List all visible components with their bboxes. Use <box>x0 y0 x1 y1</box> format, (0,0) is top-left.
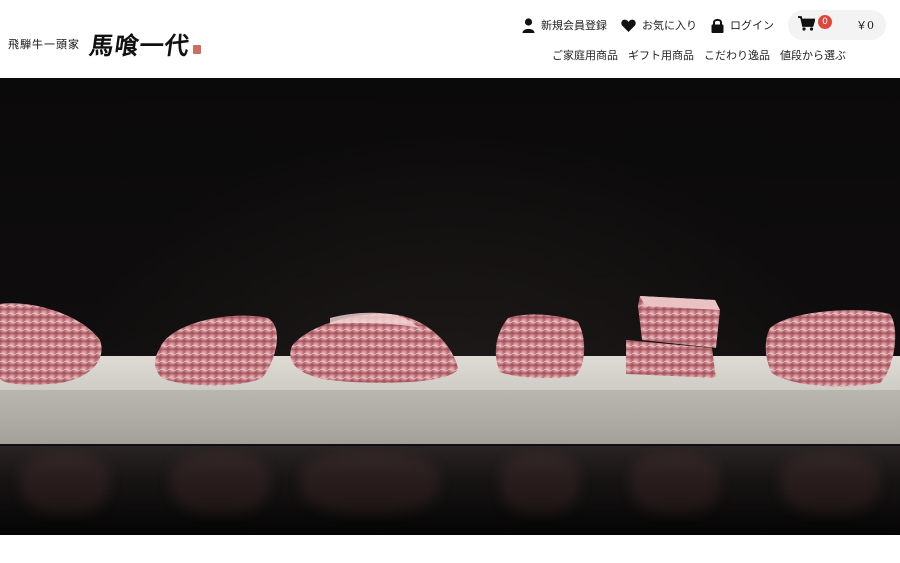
utility-nav: 新規会員登録 お気に入り ログイン 0 ￥0 <box>522 10 886 40</box>
nav-special-items[interactable]: こだわり逸品 <box>704 47 770 63</box>
wagyu-cut-1 <box>0 303 102 385</box>
favorites-link[interactable]: お気に入り <box>621 17 697 33</box>
wagyu-cut-6 <box>765 310 896 387</box>
nav-gift-products[interactable]: ギフト用商品 <box>628 47 694 63</box>
login-link[interactable]: ログイン <box>711 17 774 33</box>
register-label: 新規会員登録 <box>541 19 607 32</box>
wagyu-cuts-image <box>0 296 896 387</box>
cart-count-badge: 0 <box>818 15 832 29</box>
brand-logo: 馬喰一代 <box>87 31 192 60</box>
user-icon <box>522 17 535 33</box>
nav-home-products[interactable]: ご家庭用商品 <box>552 47 618 63</box>
wagyu-cut-3 <box>290 313 458 383</box>
cart-icon <box>798 15 816 35</box>
heart-icon <box>621 19 636 32</box>
cart-button[interactable]: 0 ￥0 <box>788 10 886 40</box>
main-nav: ご家庭用商品 ギフト用商品 こだわり逸品 値段から選ぶ <box>542 47 846 63</box>
login-label: ログイン <box>730 19 774 32</box>
wagyu-cut-4 <box>495 314 585 379</box>
wagyu-cut-2 <box>155 315 278 386</box>
site-header: 飛騨牛一頭家 馬喰一代 新規会員登録 お気に入り ログイン 0 ￥0 ご家庭用商… <box>0 0 900 78</box>
brand-subtitle: 飛騨牛一頭家 <box>8 37 80 51</box>
cart-total: ￥0 <box>856 19 874 32</box>
register-link[interactable]: 新規会員登録 <box>522 17 607 33</box>
favorites-label: お気に入り <box>642 19 697 32</box>
brand-stamp <box>193 45 201 54</box>
page-bottom-spacer <box>0 535 900 563</box>
lock-icon <box>711 18 724 33</box>
hero-banner <box>0 78 900 535</box>
nav-by-price[interactable]: 値段から選ぶ <box>780 47 846 63</box>
brand-logo-link[interactable]: 飛騨牛一頭家 馬喰一代 <box>8 26 201 61</box>
